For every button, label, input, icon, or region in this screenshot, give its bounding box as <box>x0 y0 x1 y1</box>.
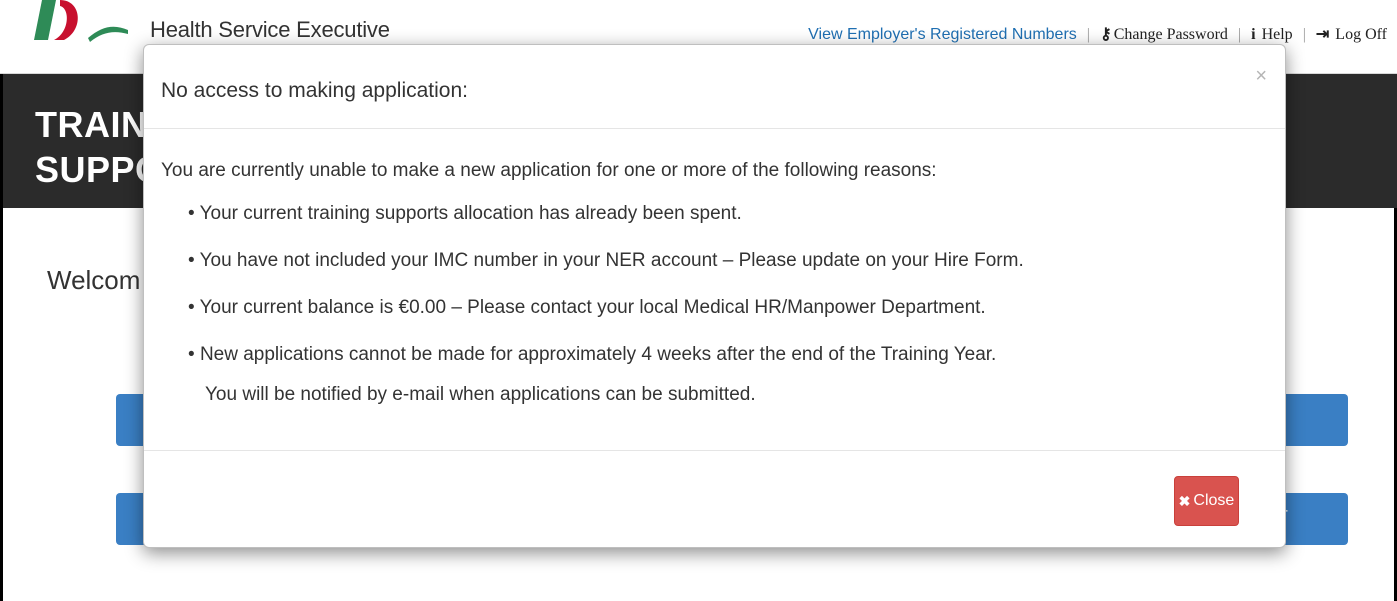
modal-footer: ✖ Close <box>144 450 1285 549</box>
info-icon: i <box>1251 26 1256 43</box>
close-icon[interactable]: × <box>1255 65 1267 88</box>
link-separator: | <box>1302 26 1306 43</box>
modal-intro: You are currently unable to make a new a… <box>161 160 937 181</box>
log-off-link[interactable]: ⇥ Log Off <box>1316 26 1387 43</box>
welcome-text: Welcom <box>47 265 141 295</box>
modal-title: No access to making application: <box>161 79 468 102</box>
employer-numbers-link[interactable]: View Employer's Registered Numbers <box>808 26 1077 43</box>
no-access-modal: No access to making application: × You a… <box>143 44 1286 548</box>
modal-body: You are currently unable to make a new a… <box>144 130 1285 450</box>
link-separator: | <box>1086 26 1090 43</box>
reason-item: Your current training supports allocatio… <box>188 203 1024 250</box>
modal-header: No access to making application: × <box>144 45 1285 129</box>
close-button-label: Close <box>1193 492 1235 509</box>
help-link[interactable]: i Help <box>1251 26 1293 43</box>
site-title: Health Service Executive <box>150 17 390 42</box>
change-password-label: Change Password <box>1113 26 1228 43</box>
sign-out-icon: ⇥ <box>1315 26 1330 43</box>
top-links: View Employer's Registered Numbers | ⚷ Ch… <box>808 24 1387 44</box>
key-icon: ⚷ <box>1099 26 1112 43</box>
log-off-label: Log Off <box>1335 26 1387 43</box>
link-separator: | <box>1237 26 1242 43</box>
hse-logo <box>34 0 128 42</box>
reasons-list: Your current training supports allocatio… <box>188 203 1024 391</box>
banner-title-line1: TRAINI <box>35 104 158 145</box>
change-password-link[interactable]: ⚷ Change Password <box>1100 26 1228 43</box>
reason-item: Your current balance is €0.00 – Please c… <box>188 297 1024 344</box>
notification-note: You will be notified by e-mail when appl… <box>205 384 756 405</box>
help-label: Help <box>1261 26 1293 43</box>
close-x-icon: ✖ <box>1178 492 1191 509</box>
reason-item: You have not included your IMC number in… <box>188 250 1024 297</box>
close-button[interactable]: ✖ Close <box>1174 476 1239 526</box>
